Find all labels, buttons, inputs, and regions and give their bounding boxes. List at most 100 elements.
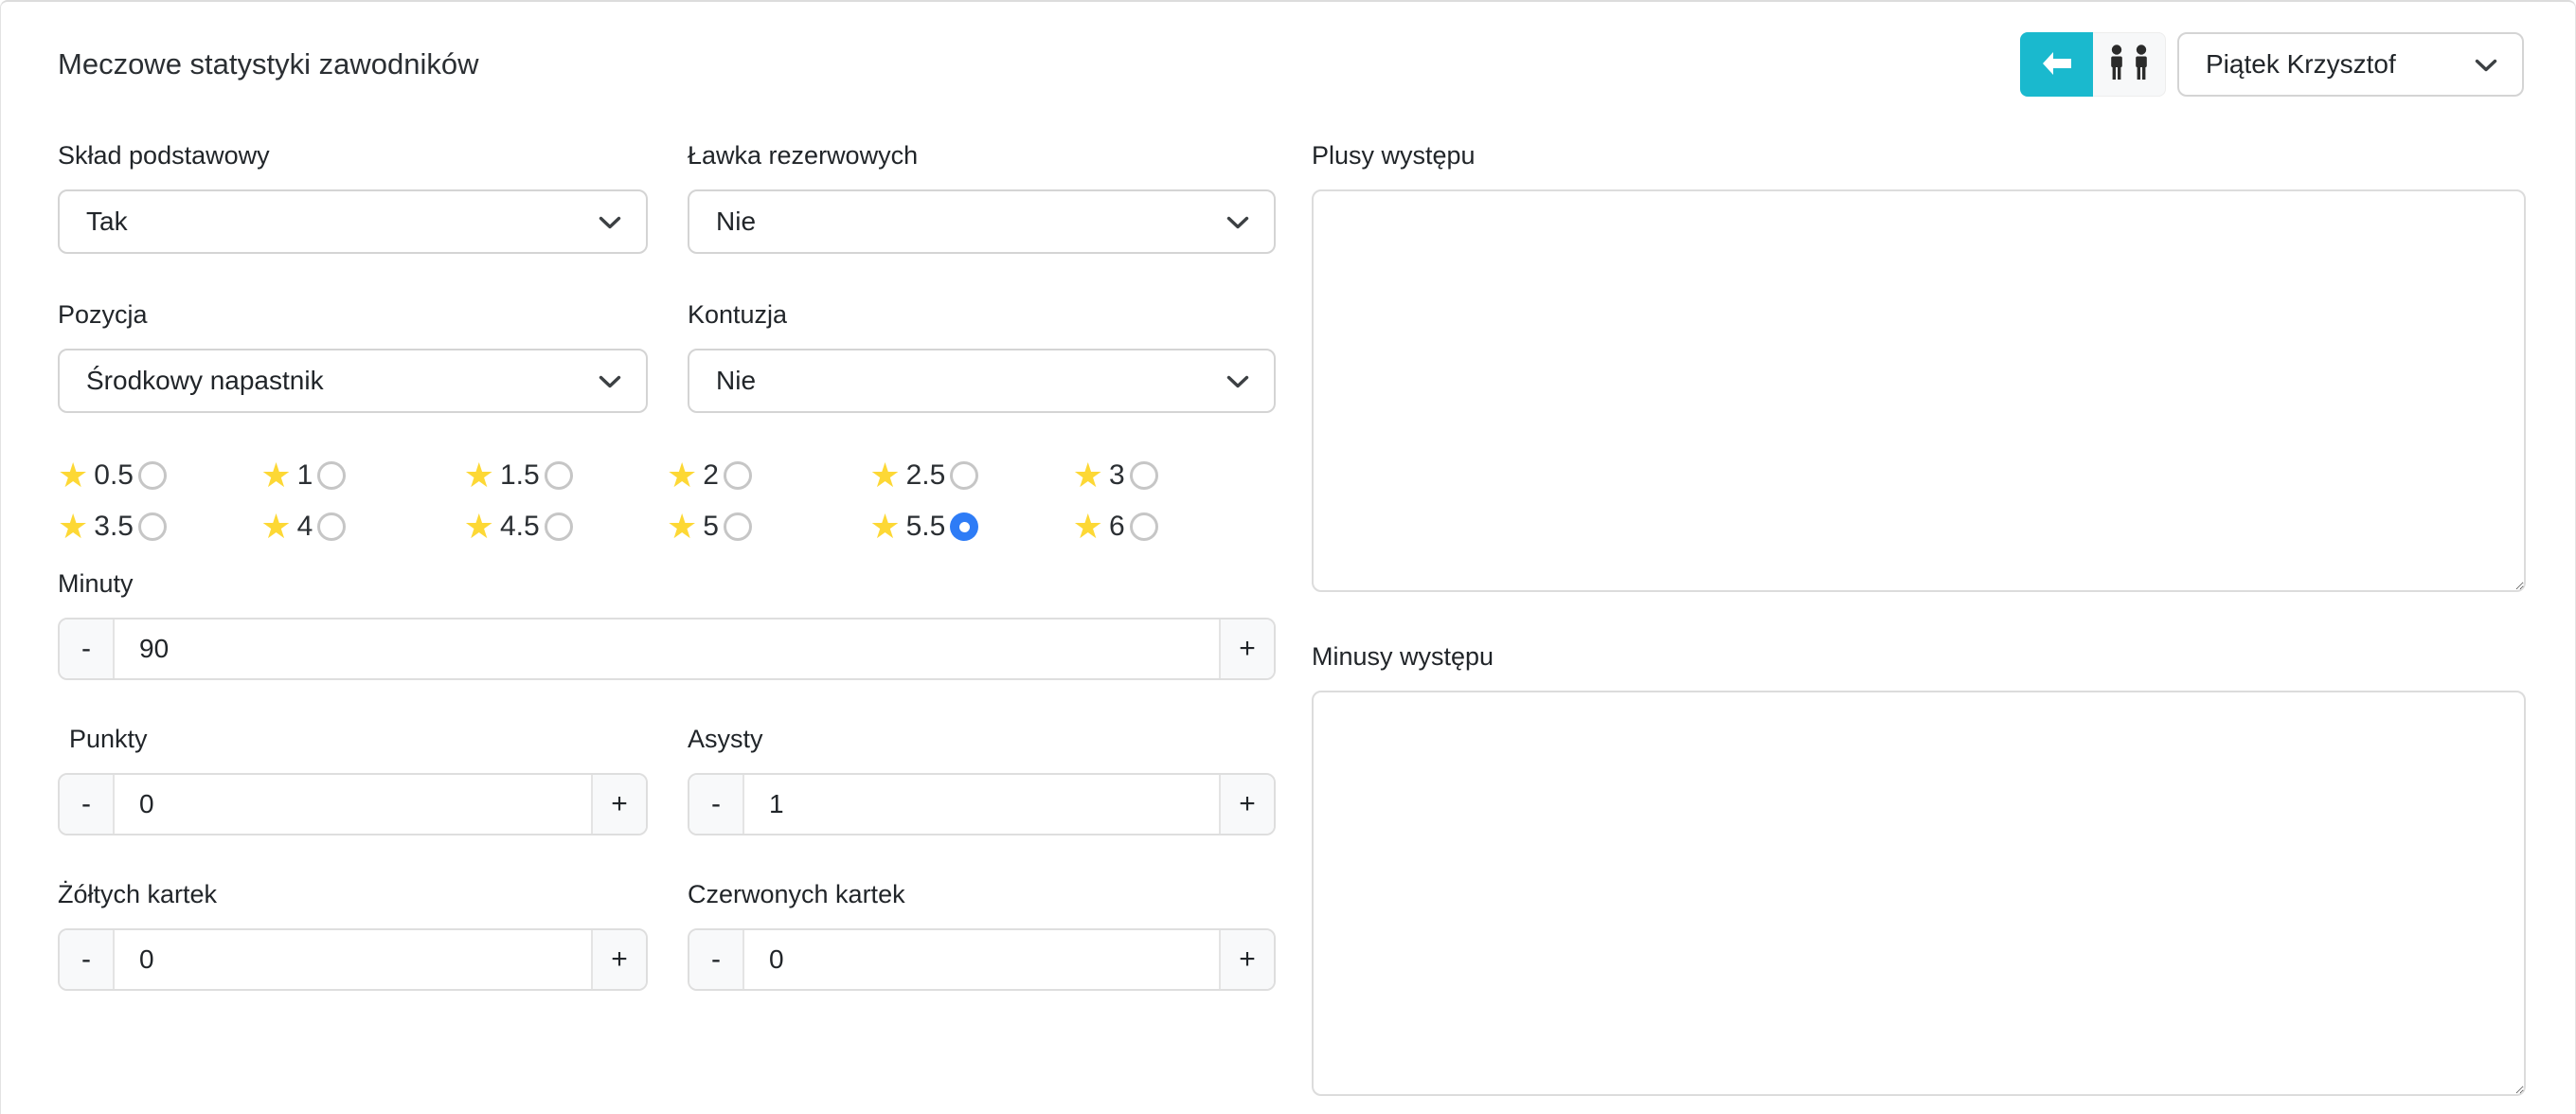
rating-option: ★ 1.5 (464, 457, 667, 494)
punkty-stepper: - + (58, 773, 648, 836)
czerwonych-kartek-increment-button[interactable]: + (1219, 930, 1274, 989)
kontuzja-value: Nie (716, 366, 756, 396)
rating-radio[interactable] (545, 461, 573, 490)
match-stats-card: Meczowe statystyki zawodników (0, 0, 2576, 1114)
player-select[interactable]: Piątek Krzysztof (2177, 32, 2524, 97)
rating-grid: ★ 0.5 ★ 1 ★ 1.5 ★ 2 (58, 457, 1276, 546)
rating-radio[interactable] (724, 461, 752, 490)
rating-radio[interactable] (724, 512, 752, 541)
rating-option: ★ 5.5 (869, 508, 1072, 546)
star-icon: ★ (1073, 458, 1103, 493)
star-icon: ★ (869, 458, 900, 493)
rating-value-label: 3 (1109, 459, 1125, 492)
zoltych-kartek-input[interactable] (115, 930, 591, 989)
rating-value-label: 5.5 (906, 511, 946, 543)
czerwonych-kartek-label: Czerwonych kartek (688, 879, 1276, 909)
rating-option: ★ 4 (260, 508, 463, 546)
zoltych-kartek-label: Żółtych kartek (58, 879, 648, 909)
players-button[interactable] (2093, 32, 2166, 97)
rating-value-label: 5 (703, 511, 719, 543)
back-button[interactable] (2020, 32, 2093, 97)
star-icon: ★ (58, 510, 88, 544)
rating-option: ★ 4.5 (464, 508, 667, 546)
people-icon (2107, 44, 2151, 86)
minuty-increment-button[interactable]: + (1219, 620, 1274, 678)
kontuzja-select[interactable]: Nie (688, 349, 1276, 413)
field-punkty: Punkty - + (58, 724, 648, 836)
arrow-left-icon (2041, 49, 2073, 81)
star-icon: ★ (869, 510, 900, 544)
czerwonych-kartek-stepper: - + (688, 928, 1276, 991)
form-content: Skład podstawowy Tak Ławka rezerwowych N… (1, 140, 2575, 1096)
rating-radio[interactable] (950, 512, 978, 541)
minuty-stepper: - + (58, 618, 1276, 680)
header-button-group (2020, 32, 2166, 97)
punkty-increment-button[interactable]: + (591, 775, 646, 834)
chevron-down-icon (2475, 49, 2497, 80)
asysty-label: Asysty (688, 724, 1276, 754)
kontuzja-label: Kontuzja (688, 299, 1276, 330)
sklad-podstawowy-select[interactable]: Tak (58, 189, 648, 254)
rating-radio[interactable] (950, 461, 978, 490)
plusy-wystepu-textarea[interactable] (1312, 189, 2526, 592)
rating-option: ★ 2.5 (869, 457, 1072, 494)
minuty-input[interactable] (115, 620, 1219, 678)
star-icon: ★ (667, 458, 697, 493)
pozycja-select[interactable]: Środkowy napastnik (58, 349, 648, 413)
pozycja-label: Pozycja (58, 299, 648, 330)
field-pozycja: Pozycja Środkowy napastnik (58, 299, 648, 413)
lawka-rezerwowych-value: Nie (716, 207, 756, 237)
rating-option: ★ 0.5 (58, 457, 260, 494)
chevron-down-icon (599, 366, 621, 396)
field-zoltych-kartek: Żółtych kartek - + (58, 879, 648, 991)
zoltych-kartek-decrement-button[interactable]: - (60, 930, 115, 989)
zoltych-kartek-increment-button[interactable]: + (591, 930, 646, 989)
rating-value-label: 1 (297, 459, 313, 492)
star-icon: ★ (1073, 510, 1103, 544)
rating-radio[interactable] (545, 512, 573, 541)
czerwonych-kartek-decrement-button[interactable]: - (689, 930, 744, 989)
field-czerwonych-kartek: Czerwonych kartek - + (688, 879, 1276, 991)
asysty-increment-button[interactable]: + (1219, 775, 1274, 834)
rating-option: ★ 3 (1073, 457, 1276, 494)
zoltych-kartek-stepper: - + (58, 928, 648, 991)
minuty-label: Minuty (58, 568, 1276, 599)
star-icon: ★ (464, 510, 494, 544)
star-icon: ★ (464, 458, 494, 493)
minuty-decrement-button[interactable]: - (60, 620, 115, 678)
right-column: Plusy występu Minusy występu (1312, 140, 2526, 1096)
field-sklad-podstawowy: Skład podstawowy Tak (58, 140, 648, 254)
asysty-input[interactable] (744, 775, 1219, 834)
rating-option: ★ 2 (667, 457, 869, 494)
czerwonych-kartek-input[interactable] (744, 930, 1219, 989)
rating-radio[interactable] (317, 461, 346, 490)
star-icon: ★ (260, 458, 291, 493)
punkty-label: Punkty (58, 724, 648, 754)
rating-option: ★ 1 (260, 457, 463, 494)
rating-option: ★ 3.5 (58, 508, 260, 546)
plusy-wystepu-label: Plusy występu (1312, 140, 2526, 171)
asysty-stepper: - + (688, 773, 1276, 836)
minusy-wystepu-label: Minusy występu (1312, 641, 2526, 672)
rating-radio[interactable] (138, 512, 167, 541)
rating-radio[interactable] (1130, 512, 1158, 541)
rating-radio[interactable] (138, 461, 167, 490)
rating-value-label: 1.5 (500, 459, 540, 492)
field-lawka-rezerwowych: Ławka rezerwowych Nie (688, 140, 1276, 254)
punkty-input[interactable] (115, 775, 591, 834)
pozycja-value: Środkowy napastnik (86, 366, 324, 396)
rating-radio[interactable] (1130, 461, 1158, 490)
minusy-wystepu-textarea[interactable] (1312, 691, 2526, 1096)
star-icon: ★ (667, 510, 697, 544)
header-controls: Piątek Krzysztof (2020, 32, 2524, 97)
rating-value-label: 2.5 (906, 459, 946, 492)
page-title: Meczowe statystyki zawodników (58, 47, 479, 81)
asysty-decrement-button[interactable]: - (689, 775, 744, 834)
rating-value-label: 3.5 (94, 511, 134, 543)
rating-radio[interactable] (317, 512, 346, 541)
chevron-down-icon (1226, 207, 1249, 237)
star-icon: ★ (260, 510, 291, 544)
rating-value-label: 4 (297, 511, 313, 543)
punkty-decrement-button[interactable]: - (60, 775, 115, 834)
lawka-rezerwowych-select[interactable]: Nie (688, 189, 1276, 254)
